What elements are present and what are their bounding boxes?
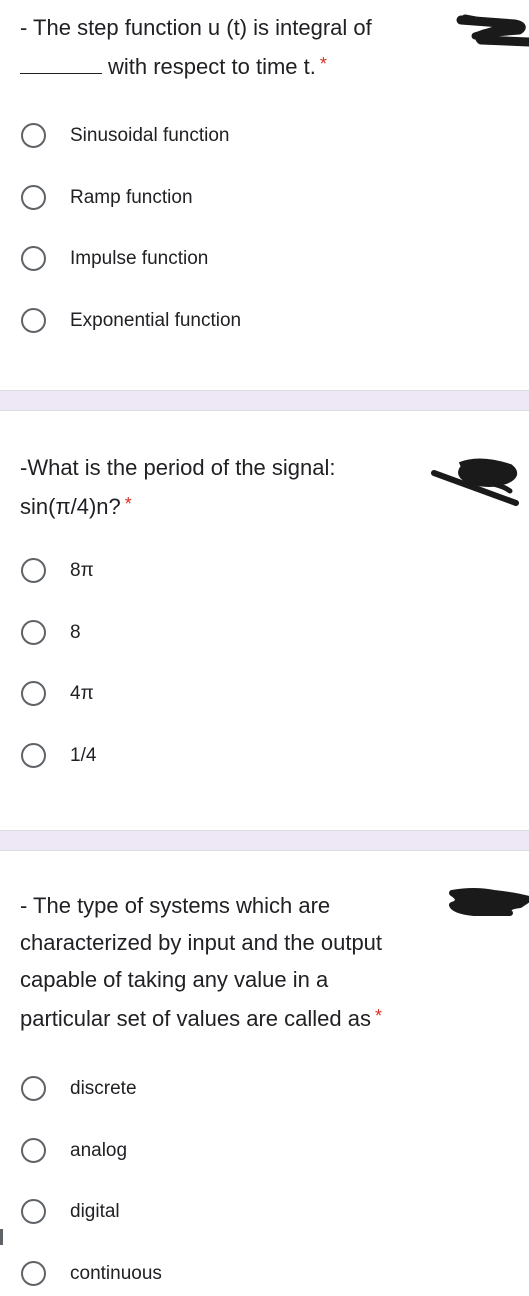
option-8[interactable]: 8: [0, 615, 400, 655]
option-label: continuous: [70, 1263, 162, 1284]
required-asterisk: *: [124, 494, 132, 514]
required-asterisk: *: [374, 1006, 382, 1026]
option-label: 8: [70, 622, 81, 643]
option-label: 8π: [70, 560, 94, 581]
option-label: 4π: [70, 683, 94, 704]
radio-button[interactable]: [21, 681, 46, 706]
option-4pi[interactable]: 4π: [0, 676, 400, 716]
question-3: - The type of systems which are characte…: [0, 851, 529, 1286]
option-sinusoidal-function[interactable]: Sinusoidal function: [0, 118, 400, 158]
option-digital[interactable]: digital: [0, 1194, 400, 1234]
option-exponential-function[interactable]: Exponential function: [0, 303, 400, 343]
question-3-title-line1: - The type of systems which are: [20, 893, 331, 918]
option-label: 1/4: [70, 745, 97, 766]
option-continuous[interactable]: continuous: [0, 1256, 400, 1296]
radio-button[interactable]: [21, 185, 46, 210]
option-label: Ramp function: [70, 187, 193, 208]
fill-in-blank-line: [20, 53, 102, 74]
radio-button[interactable]: [21, 1138, 46, 1163]
option-discrete[interactable]: discrete: [0, 1071, 400, 1111]
question-2-title-line1: -What is the period of the signal:: [20, 455, 336, 480]
radio-button[interactable]: [21, 743, 46, 768]
radio-button[interactable]: [21, 246, 46, 271]
redaction-scribble-icon: [456, 14, 529, 47]
question-3-title-line4: particular set of values are called as: [20, 1006, 371, 1031]
option-1-4[interactable]: 1/4: [0, 738, 400, 778]
question-3-title-line3: capable of taking any value in a: [20, 967, 329, 992]
question-2: -What is the period of the signal: sin(π…: [0, 411, 529, 831]
question-1-title-line2: with respect to time t.: [108, 54, 316, 79]
option-label: Impulse function: [70, 248, 209, 269]
question-1: - The step function u (t) is integral of…: [0, 0, 529, 390]
option-analog[interactable]: analog: [0, 1133, 400, 1173]
left-edge-mark: [0, 1229, 3, 1245]
radio-button[interactable]: [21, 620, 46, 645]
section-divider: [0, 390, 529, 411]
required-asterisk: *: [319, 54, 327, 74]
question-2-title: -What is the period of the signal: sin(π…: [20, 449, 336, 525]
radio-button[interactable]: [21, 558, 46, 583]
radio-button[interactable]: [21, 1261, 46, 1286]
question-1-title-line1: - The step function u (t) is integral of: [20, 15, 372, 40]
option-label: Sinusoidal function: [70, 125, 230, 146]
option-label: discrete: [70, 1078, 137, 1099]
question-3-title: - The type of systems which are characte…: [20, 887, 382, 1037]
option-label: analog: [70, 1140, 128, 1161]
redaction-scribble-icon: [449, 888, 529, 916]
radio-button[interactable]: [21, 1076, 46, 1101]
option-label: digital: [70, 1201, 120, 1222]
option-impulse-function[interactable]: Impulse function: [0, 241, 400, 281]
radio-button[interactable]: [21, 1199, 46, 1224]
question-1-title: - The step function u (t) is integral of…: [20, 9, 372, 85]
radio-button[interactable]: [21, 123, 46, 148]
option-label: Exponential function: [70, 310, 242, 331]
section-divider: [0, 830, 529, 851]
redaction-scribble-icon: [431, 458, 519, 506]
radio-button[interactable]: [21, 308, 46, 333]
question-2-title-line2: sin(π/4)n?: [20, 494, 121, 519]
option-ramp-function[interactable]: Ramp function: [0, 180, 400, 220]
option-8pi[interactable]: 8π: [0, 553, 400, 593]
question-3-title-line2: characterized by input and the output: [20, 930, 383, 955]
